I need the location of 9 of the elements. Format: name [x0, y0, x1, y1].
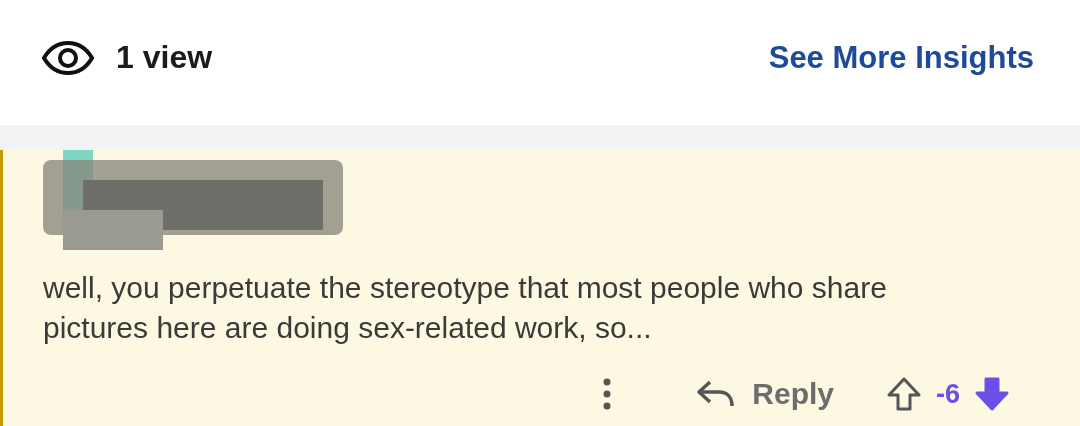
comment-text: well, you perpetuate the stereotype that most people who share pictures here are doing sex-related work, so... [43, 270, 888, 346]
insights-link[interactable]: See More Insights [768, 39, 1034, 76]
view-count: 1 view [116, 39, 213, 76]
downvote-icon[interactable] [974, 376, 1010, 412]
upvote-icon[interactable] [886, 376, 922, 412]
more-options-icon[interactable] [602, 377, 613, 411]
reply-button[interactable]: Reply [696, 377, 834, 411]
vote-score: -6 [936, 378, 960, 410]
eye-icon [42, 40, 94, 75]
